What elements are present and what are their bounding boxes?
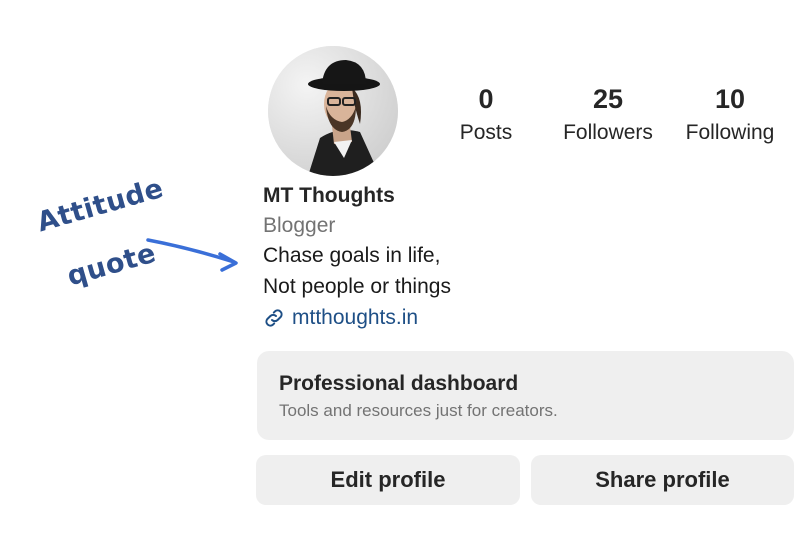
profile-link-text: mtthoughts.in bbox=[292, 306, 419, 329]
bio-line: Not people or things bbox=[263, 275, 451, 298]
profile-name: MT Thoughts bbox=[263, 184, 395, 207]
link-icon bbox=[262, 306, 286, 330]
avatar[interactable] bbox=[268, 46, 398, 176]
dashboard-subtitle: Tools and resources just for creators. bbox=[279, 401, 558, 420]
followers-label: Followers bbox=[563, 121, 653, 144]
share-profile-button[interactable]: Share profile bbox=[531, 455, 794, 505]
avatar-photo bbox=[268, 46, 398, 176]
posts-label: Posts bbox=[459, 121, 513, 144]
annotation-arrow-icon bbox=[146, 238, 238, 272]
stat-followers[interactable]: 25 Followers bbox=[543, 84, 673, 146]
profile-category: Blogger bbox=[263, 214, 336, 237]
posts-count: 0 bbox=[478, 84, 494, 114]
bio-line: Chase goals in life, bbox=[263, 244, 441, 267]
stat-following[interactable]: 10 Following bbox=[665, 84, 795, 146]
following-label: Following bbox=[685, 121, 775, 144]
edit-profile-button[interactable]: Edit profile bbox=[256, 455, 520, 505]
profile-link[interactable]: mtthoughts.in bbox=[262, 304, 418, 332]
professional-dashboard-card[interactable]: Professional dashboard Tools and resourc… bbox=[257, 351, 794, 440]
dashboard-title: Professional dashboard bbox=[279, 372, 519, 395]
stat-posts[interactable]: 0 Posts bbox=[421, 84, 551, 146]
following-count: 10 bbox=[714, 84, 746, 114]
followers-count: 25 bbox=[592, 84, 624, 114]
